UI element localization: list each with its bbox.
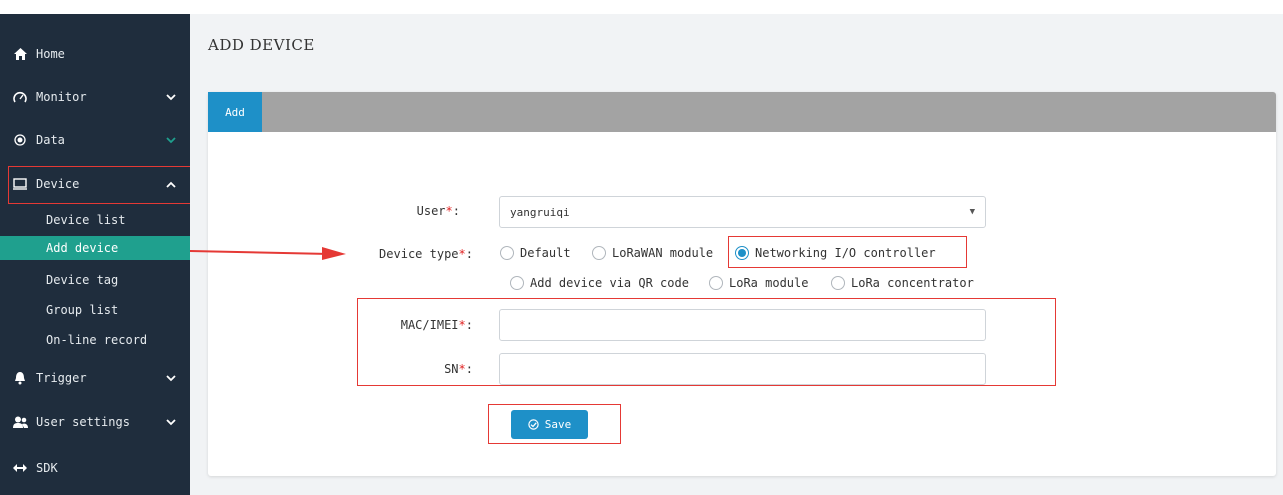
device-type-label: Device type*: (353, 247, 473, 261)
user-label: User*: (340, 204, 460, 218)
sidebar-item-label: Trigger (36, 371, 87, 385)
monitor-icon (12, 176, 28, 192)
sidebar-item-label: Data (36, 133, 65, 147)
arrows-horizontal-icon (12, 460, 28, 476)
radio-label: LoRa concentrator (851, 276, 974, 290)
sidebar-subitem-label: Add device (46, 241, 119, 255)
tab-bar (208, 92, 1276, 132)
device-type-radio-lora-module[interactable]: LoRa module (709, 276, 808, 290)
dropdown-arrow-icon: ▼ (969, 207, 975, 217)
chevron-down-icon (164, 415, 178, 429)
device-type-radio-default[interactable]: Default (500, 246, 571, 260)
home-icon (12, 46, 28, 62)
mac-imei-field[interactable] (499, 309, 986, 341)
radio-indicator (709, 276, 723, 290)
label-text: MAC/IMEI (400, 318, 459, 332)
radio-target-icon (12, 132, 28, 148)
radio-indicator (592, 246, 606, 260)
page-title: ADD DEVICE (208, 36, 315, 54)
required-mark: * (458, 247, 466, 261)
user-select[interactable]: yangruiqi ▼ (499, 196, 986, 228)
sidebar-item-label: Monitor (36, 90, 87, 104)
sidebar-item-user-settings[interactable]: User settings (0, 404, 190, 440)
sidebar-subitem-online-record[interactable]: On-line record (0, 328, 190, 352)
sidebar-subitem-group-list[interactable]: Group list (0, 298, 190, 322)
device-type-radio-networking-io-controller[interactable]: Networking I/O controller (735, 246, 936, 260)
label-colon: : (465, 318, 473, 332)
radio-indicator (831, 276, 845, 290)
device-type-radio-qr-code[interactable]: Add device via QR code (510, 276, 689, 290)
bell-icon (12, 370, 28, 386)
users-icon (12, 414, 28, 430)
radio-label: LoRaWAN module (612, 246, 714, 260)
radio-indicator (500, 246, 514, 260)
label-text: SN (444, 362, 459, 376)
sn-label: SN*: (353, 362, 473, 376)
dashboard-gauge-icon (12, 89, 28, 105)
sidebar-subitem-label: On-line record (46, 333, 148, 347)
sidebar-item-trigger[interactable]: Trigger (0, 360, 190, 396)
radio-indicator-selected (735, 246, 749, 260)
sidebar-item-device[interactable]: Device (0, 166, 190, 202)
label-colon: : (465, 247, 473, 261)
save-button[interactable]: Save (511, 410, 588, 439)
sidebar-subitem-device-list[interactable]: Device list (0, 208, 190, 232)
radio-label: Networking I/O controller (755, 246, 936, 260)
sidebar-subitem-add-device[interactable]: Add device (0, 236, 190, 260)
sidebar-item-home[interactable]: Home (0, 36, 190, 72)
sidebar-subitem-label: Device tag (46, 273, 119, 287)
sidebar-item-label: Device (36, 177, 80, 191)
required-mark: * (458, 362, 466, 376)
sidebar: Home Monitor Data Device Device list Add… (0, 14, 190, 495)
sn-field[interactable] (499, 353, 986, 385)
required-mark: * (445, 204, 453, 218)
chevron-down-icon (164, 133, 178, 147)
sidebar-item-label: Home (36, 47, 65, 61)
chevron-down-icon (164, 371, 178, 385)
top-strip (0, 0, 1283, 14)
label-colon: : (465, 362, 473, 376)
save-button-label: Save (544, 418, 572, 431)
label-text: Device type (379, 247, 459, 261)
mac-imei-label: MAC/IMEI*: (353, 318, 473, 332)
chevron-down-icon (164, 90, 178, 104)
sidebar-item-label: User settings (36, 415, 130, 429)
check-circle-icon (528, 419, 539, 430)
device-type-radio-lorawan-module[interactable]: LoRaWAN module (592, 246, 713, 260)
sidebar-subitem-label: Group list (46, 303, 119, 317)
radio-label: LoRa module (729, 276, 809, 290)
label-colon: : (452, 204, 460, 218)
sidebar-item-monitor[interactable]: Monitor (0, 79, 190, 115)
radio-indicator (510, 276, 524, 290)
tab-add[interactable]: Add (208, 92, 262, 132)
sidebar-subitem-label: Device list (46, 213, 126, 227)
annotation-arrow-icon (190, 247, 346, 260)
tab-label: Add (225, 105, 245, 119)
sidebar-item-label: SDK (36, 461, 58, 475)
label-text: User (416, 204, 446, 218)
radio-label: Default (520, 246, 571, 260)
chevron-up-icon (164, 177, 178, 191)
sidebar-item-data[interactable]: Data (0, 122, 190, 158)
sidebar-subitem-device-tag[interactable]: Device tag (0, 268, 190, 292)
required-mark: * (458, 318, 466, 332)
user-select-value: yangruiqi (510, 205, 570, 219)
radio-label: Add device via QR code (530, 276, 689, 290)
device-type-radio-lora-concentrator[interactable]: LoRa concentrator (831, 276, 974, 290)
sidebar-item-sdk[interactable]: SDK (0, 450, 190, 486)
